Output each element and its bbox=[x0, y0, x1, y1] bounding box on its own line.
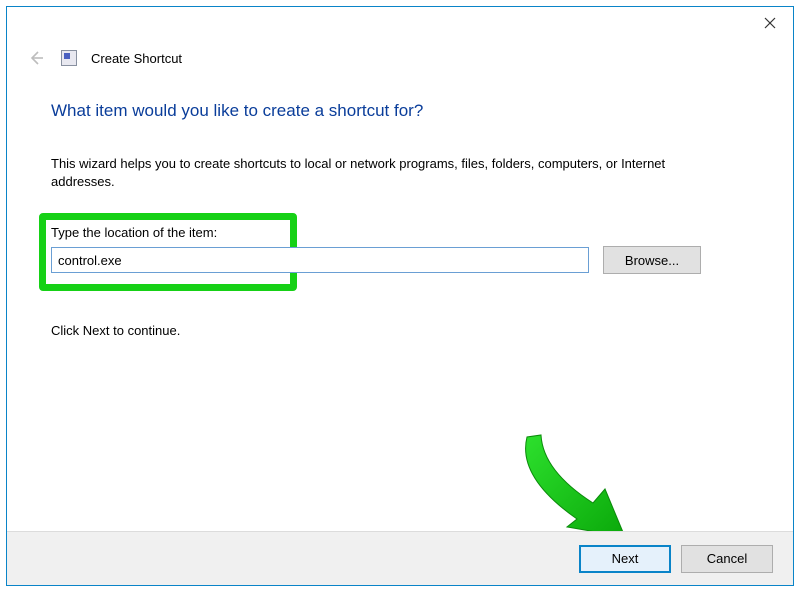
close-button[interactable] bbox=[747, 7, 793, 39]
next-button[interactable]: Next bbox=[579, 545, 671, 573]
wizard-header: Create Shortcut bbox=[7, 43, 793, 73]
location-label: Type the location of the item: bbox=[51, 225, 217, 240]
back-arrow-icon[interactable] bbox=[25, 47, 47, 69]
description-text: This wizard helps you to create shortcut… bbox=[51, 155, 691, 191]
location-input[interactable] bbox=[51, 247, 589, 273]
wizard-content: What item would you like to create a sho… bbox=[7, 73, 793, 338]
wizard-window: Create Shortcut What item would you like… bbox=[6, 6, 794, 586]
continue-instruction: Click Next to continue. bbox=[51, 323, 749, 338]
titlebar bbox=[7, 7, 793, 43]
browse-button[interactable]: Browse... bbox=[603, 246, 701, 274]
main-heading: What item would you like to create a sho… bbox=[51, 101, 749, 121]
shortcut-icon bbox=[61, 50, 77, 66]
wizard-title: Create Shortcut bbox=[91, 51, 182, 66]
wizard-footer: Next Cancel bbox=[7, 531, 793, 585]
cancel-button[interactable]: Cancel bbox=[681, 545, 773, 573]
location-field-area: Type the location of the item: Browse... bbox=[51, 225, 749, 297]
arrow-annotation-icon bbox=[507, 427, 647, 547]
